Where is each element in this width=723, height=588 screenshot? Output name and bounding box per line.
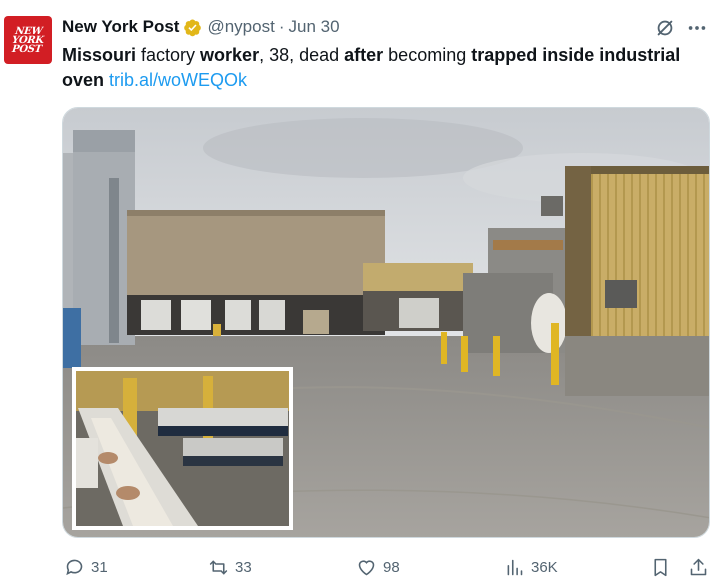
reply-button[interactable]: 31 xyxy=(64,552,108,582)
reply-count: 31 xyxy=(91,558,108,576)
like-count: 98 xyxy=(383,558,400,576)
repost-icon xyxy=(209,560,228,574)
grok-icon[interactable] xyxy=(654,17,676,39)
text-segment: , 38, dead xyxy=(259,45,345,65)
repost-button[interactable]: 33 xyxy=(208,552,252,582)
heart-icon xyxy=(358,559,375,575)
share-button[interactable] xyxy=(688,552,709,582)
bookmark-icon xyxy=(654,558,667,576)
verified-badge-icon[interactable] xyxy=(183,18,202,37)
text-segment: Missouri xyxy=(62,45,137,65)
bookmark-button[interactable] xyxy=(650,552,671,582)
share-icon xyxy=(690,558,707,575)
tweet-date[interactable]: Jun 30 xyxy=(289,17,340,37)
tweet[interactable]: NEW YORK POST New York Post @nypost · Ju… xyxy=(0,0,723,588)
article-link[interactable]: trib.al/woWEQOk xyxy=(109,70,247,90)
tweet-actions: 31 33 98 36K xyxy=(0,552,723,582)
factory-photo-image xyxy=(63,108,709,537)
tweet-header: New York Post @nypost · Jun 30 xyxy=(62,16,340,38)
text-segment: becoming xyxy=(383,45,472,65)
avatar[interactable]: NEW YORK POST xyxy=(4,16,52,64)
tweet-photo[interactable] xyxy=(62,107,710,538)
more-icon[interactable] xyxy=(686,17,708,39)
views-button[interactable]: 36K xyxy=(504,552,558,582)
reply-icon xyxy=(66,559,83,575)
separator-dot: · xyxy=(278,17,285,36)
text-segment: after xyxy=(344,45,384,65)
views-icon xyxy=(507,559,523,575)
text-segment: worker xyxy=(200,45,260,65)
display-name[interactable]: New York Post xyxy=(62,17,179,37)
tweet-text: Missouri factory worker, 38, dead after … xyxy=(62,43,702,93)
view-count: 36K xyxy=(531,558,558,576)
text-segment: factory xyxy=(136,45,201,65)
handle[interactable]: @nypost xyxy=(207,17,274,37)
avatar-logo-text: NEW YORK POST xyxy=(11,25,45,55)
repost-count: 33 xyxy=(235,558,252,576)
like-button[interactable]: 98 xyxy=(356,552,400,582)
